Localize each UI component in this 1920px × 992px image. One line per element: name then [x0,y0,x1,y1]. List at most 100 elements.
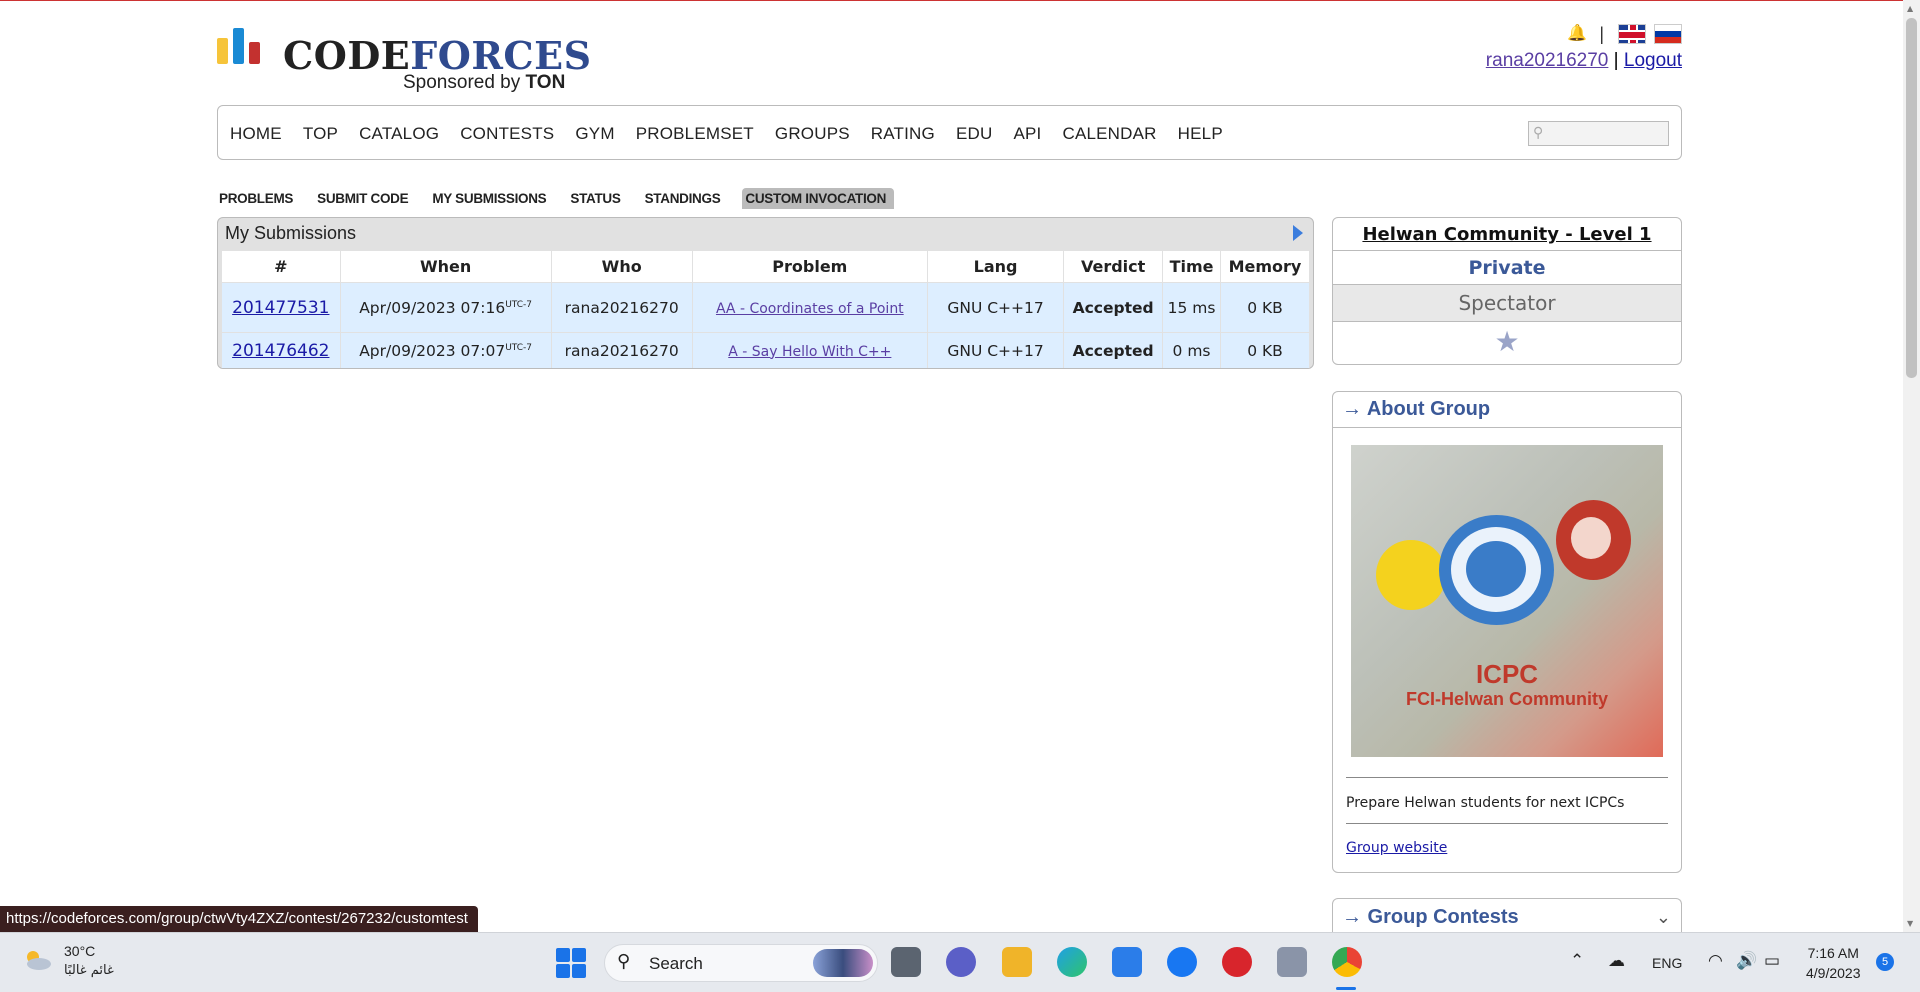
clock-date: 4/9/2023 [1806,965,1861,981]
separator: | [1599,23,1604,44]
exec-time: 0 ms [1162,332,1221,368]
column-header: When [339,250,552,283]
menu-item-edu[interactable]: EDU [956,124,993,144]
scroll-up-icon[interactable]: ▲ [1907,4,1913,13]
star-icon[interactable]: ★ [1333,322,1681,364]
tab-submit-code[interactable]: SUBMIT CODE [315,188,410,209]
main-menu: HOME TOP CATALOG CONTESTS GYM PROBLEMSET… [217,105,1682,160]
start-icon[interactable] [556,948,586,978]
verdict: Accepted [1063,332,1164,368]
my-submissions-panel: My Submissions # When Who Problem Lang V… [217,217,1314,369]
tab-custom-invocation[interactable]: CUSTOM INVOCATION [742,187,895,209]
submission-author: rana20216270 [550,282,693,333]
english-flag-icon[interactable] [1618,24,1646,44]
menu-item-rating[interactable]: RATING [871,124,935,144]
submission-lang: GNU C++17 [926,282,1065,333]
column-header: Problem [691,250,928,283]
submissions-table: # When Who Problem Lang Verdict Time Mem… [221,250,1311,368]
scroll-thumb[interactable] [1906,18,1917,378]
about-group-title: → About Group [1342,398,1491,420]
logout-link[interactable]: Logout [1624,50,1682,71]
menu-item-gym[interactable]: GYM [575,124,614,144]
submission-author: rana20216270 [550,332,693,368]
app-red-icon[interactable] [1222,947,1252,977]
page-scrollbar[interactable]: ▲ ▼ [1903,0,1920,932]
table-row: 201477531 Apr/09/2023 07:16UTC-7 rana202… [221,282,1311,333]
file-explorer-icon[interactable] [1002,947,1032,977]
search-icon: ⚲ [617,951,631,972]
menu-item-calendar[interactable]: CALENDAR [1062,124,1156,144]
exec-time: 15 ms [1162,282,1221,333]
problem-link[interactable]: A - Say Hello With C++ [728,344,891,360]
volume-icon[interactable]: 🔊 [1736,951,1757,971]
problem-link[interactable]: AA - Coordinates of a Point [716,301,904,317]
tab-standings[interactable]: STANDINGS [643,188,723,209]
weather-temperature: 30°C [64,943,96,959]
menu-item-top[interactable]: TOP [303,124,338,144]
group-name-link[interactable]: Helwan Community - Level 1 [1333,218,1681,251]
group-website-link[interactable]: Group website [1346,840,1447,856]
submission-id-link[interactable]: 201477531 [232,298,329,318]
group-role: Spectator [1333,285,1681,322]
weather-condition: غائم غالبًا [64,963,114,978]
username-link[interactable]: rana20216270 [1486,50,1609,71]
chevron-down-icon[interactable]: ⌄ [1656,907,1671,928]
group-contests-title: → Group Contests [1342,906,1519,928]
chrome-icon[interactable] [1332,947,1362,977]
notification-badge[interactable]: 5 [1876,953,1894,971]
panel-title: My Submissions [225,223,357,243]
menu-item-contests[interactable]: CONTESTS [460,124,554,144]
group-description: Prepare Helwan students for next ICPCs [1346,795,1625,811]
edge-icon[interactable] [1057,947,1087,977]
search-highlight-image [813,949,873,977]
tab-status[interactable]: STATUS [568,188,622,209]
app-files-icon[interactable] [1277,947,1307,977]
taskbar-search[interactable]: ⚲ Search [604,944,878,982]
teams-chat-icon[interactable] [946,947,976,977]
arrow-right-icon[interactable] [1293,225,1303,241]
about-group-box: → About Group ICPC FCI-Helwan Community … [1332,391,1682,873]
menu-item-help[interactable]: HELP [1178,124,1223,144]
column-header: Verdict [1063,250,1164,283]
input-language[interactable]: ENG [1652,955,1682,992]
search-icon: ⚲ [1533,125,1544,141]
browser-page: CODEFORCES Sponsored by TON 🔔 | rana2021… [0,0,1920,992]
wifi-icon[interactable]: ◠ [1708,951,1723,971]
russian-flag-icon[interactable] [1654,24,1682,44]
menu-item-home[interactable]: HOME [230,124,282,144]
taskbar-search-label: Search [649,954,703,973]
onedrive-cloud-icon[interactable]: ☁ [1608,951,1625,971]
weather-cloud-icon [27,951,51,970]
store-icon[interactable] [1112,947,1142,977]
column-header: Memory [1219,250,1311,283]
search-input[interactable]: ⚲ [1528,121,1669,146]
clock-time: 7:16 AM [1807,945,1859,961]
battery-icon[interactable]: ▭ [1764,951,1780,971]
submission-id-link[interactable]: 201476462 [232,341,329,361]
status-bar-url: https://codeforces.com/group/ctwVty4ZXZ/… [0,906,478,932]
active-app-indicator [1336,987,1356,990]
clock[interactable]: 7:16 AM 4/9/2023 [1806,943,1861,992]
separator: | [1613,50,1619,71]
menu-item-api[interactable]: API [1013,124,1041,144]
scroll-down-icon[interactable]: ▼ [1907,919,1913,928]
codeforces-logo[interactable]: CODEFORCES Sponsored by TON [217,28,591,96]
top-border [0,0,1920,1]
column-header: Lang [926,250,1065,283]
chevron-up-icon[interactable]: ⌃ [1570,951,1584,971]
group-privacy: Private [1333,251,1681,285]
header-user-panel: 🔔 | rana20216270 | Logout [1486,22,1682,72]
task-view-icon[interactable] [891,947,921,977]
tab-problems[interactable]: PROBLEMS [217,188,295,209]
menu-item-problemset[interactable]: PROBLEMSET [636,124,754,144]
logo-sponsor: Sponsored by TON [403,72,566,93]
tab-my-submissions[interactable]: MY SUBMISSIONS [430,188,548,209]
group-logo-image: ICPC FCI-Helwan Community [1351,445,1663,757]
facebook-icon[interactable] [1167,947,1197,977]
menu-item-groups[interactable]: GROUPS [775,124,850,144]
memory: 0 KB [1219,282,1311,333]
menu-item-catalog[interactable]: CATALOG [359,124,439,144]
table-row: 201476462 Apr/09/2023 07:07UTC-7 rana202… [221,332,1311,368]
bell-icon[interactable]: 🔔 [1567,25,1587,43]
verdict: Accepted [1063,282,1164,333]
